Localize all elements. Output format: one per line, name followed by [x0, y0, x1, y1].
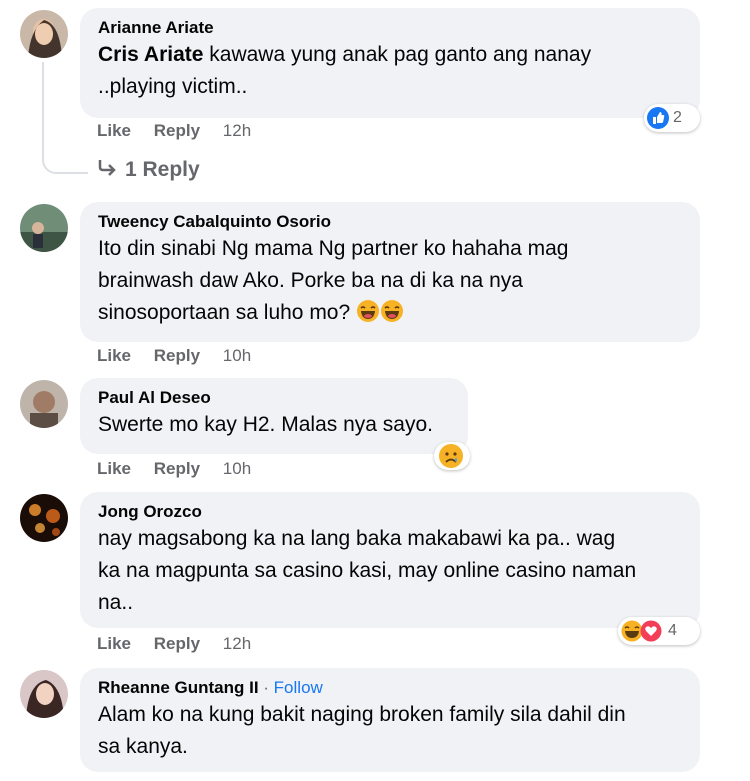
- comment-header: Rheanne Guntang II · Follow: [98, 678, 323, 697]
- comment-actions: Like Reply 10h: [97, 459, 251, 479]
- comment-actions: Like Reply 12h: [97, 634, 251, 654]
- view-replies-link[interactable]: 1 Reply: [97, 158, 200, 182]
- comment-timestamp[interactable]: 10h: [223, 346, 251, 365]
- comment-text: Ito din sinabi Ng mama Ng partner ko hah…: [98, 233, 682, 333]
- like-button[interactable]: Like: [97, 346, 131, 365]
- avatar-jong[interactable]: [20, 494, 68, 542]
- comment-author[interactable]: Jong Orozco: [98, 501, 682, 523]
- avatar-rheanne[interactable]: [20, 670, 68, 718]
- comment-actions: Like Reply 10h: [97, 346, 251, 366]
- comment-timestamp[interactable]: 12h: [223, 121, 251, 140]
- mention-link[interactable]: Cris Ariate: [98, 43, 203, 66]
- avatar-arianne[interactable]: [20, 10, 68, 58]
- comment-author[interactable]: Rheanne Guntang II: [98, 678, 259, 697]
- reaction-summary[interactable]: 2: [644, 104, 700, 132]
- reply-button[interactable]: Reply: [154, 346, 200, 365]
- reply-arrow-icon: [97, 158, 117, 182]
- laughing-emoji-icon: [380, 299, 404, 333]
- comment-bubble: Jong Orozco nay magsabong ka na lang bak…: [80, 492, 700, 628]
- reply-button[interactable]: Reply: [154, 121, 200, 140]
- comment-text: Cris Ariate kawawa yung anak pag ganto a…: [98, 43, 592, 98]
- comment-bubble: Paul Al Deseo Swerte mo kay H2. Malas ny…: [80, 378, 468, 454]
- avatar-tweency[interactable]: [20, 204, 68, 252]
- sad-reaction-icon: [438, 443, 464, 469]
- comment-text: Alam ko na kung bakit naging broken fami…: [98, 703, 626, 758]
- comment-bubble: Tweency Cabalquinto Osorio Ito din sinab…: [80, 202, 700, 342]
- comment-actions: Like Reply 12h: [97, 121, 251, 141]
- comment-timestamp[interactable]: 12h: [223, 634, 251, 653]
- avatar-paul[interactable]: [20, 380, 68, 428]
- love-reaction-icon: [640, 620, 662, 642]
- comment-text: Swerte mo kay H2. Malas nya sayo.: [98, 413, 433, 436]
- laughing-emoji-icon: [356, 299, 380, 333]
- comment-timestamp[interactable]: 10h: [223, 459, 251, 478]
- follow-button[interactable]: Follow: [274, 678, 323, 697]
- reaction-count: 2: [673, 109, 682, 126]
- reaction-summary[interactable]: 4: [618, 617, 700, 645]
- like-button[interactable]: Like: [97, 121, 131, 140]
- comment-author[interactable]: Tweency Cabalquinto Osorio: [98, 211, 682, 233]
- reply-button[interactable]: Reply: [154, 459, 200, 478]
- reply-button[interactable]: Reply: [154, 634, 200, 653]
- comment-bubble: Arianne Ariate Cris Ariate kawawa yung a…: [80, 8, 700, 118]
- comment-bubble: Rheanne Guntang II · Follow Alam ko na k…: [80, 668, 700, 772]
- like-button[interactable]: Like: [97, 459, 131, 478]
- comment-author[interactable]: Paul Al Deseo: [98, 387, 450, 409]
- comment-author[interactable]: Arianne Ariate: [98, 17, 682, 39]
- comment-text: nay magsabong ka na lang baka makabawi k…: [98, 527, 637, 614]
- like-button[interactable]: Like: [97, 634, 131, 653]
- reaction-summary[interactable]: [434, 442, 470, 470]
- reaction-count: 4: [668, 622, 677, 639]
- like-reaction-icon: [647, 107, 669, 129]
